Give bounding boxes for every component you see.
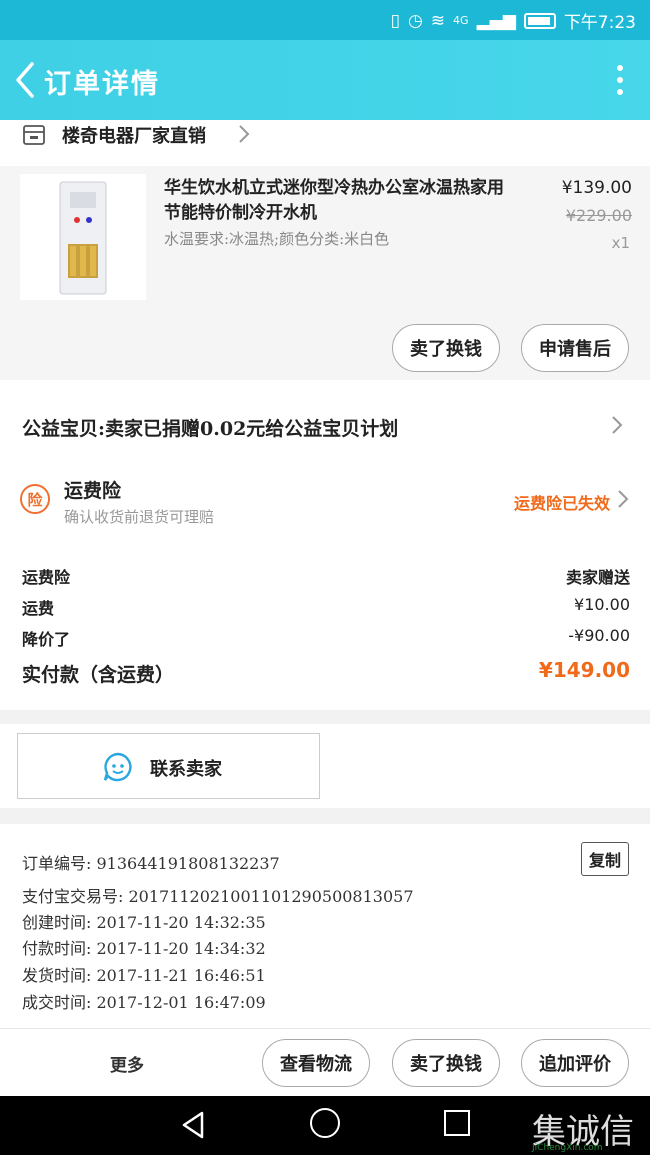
product-quantity: x1 [611,234,630,252]
order-number: 订单编号: 913644191808132237 [22,854,280,873]
status-bar: ▯ ◷ ≋ 4G ▂▄▆ 下午7:23 [0,0,650,40]
after-sale-button[interactable]: 申请售后 [521,324,629,372]
fee-value: -¥90.00 [568,626,630,645]
signal-icon: ▂▄▆ [476,10,516,31]
contact-seller-button[interactable]: 联系卖家 [17,733,320,799]
back-arrow-icon[interactable] [12,60,42,100]
watermark-url: JiChengXin.com [532,1143,603,1153]
order-item-card[interactable]: 华生饮水机立式迷你型冷热办公室冰温热家用节能特价制冷开水机 水温要求:冰温热;颜… [0,166,650,380]
more-button[interactable]: 更多 [110,1051,144,1076]
title-bar: 订单详情 [0,40,650,120]
shop-row[interactable]: 楼奇电器厂家直销 [0,120,650,166]
add-review-button[interactable]: 追加评价 [521,1039,629,1087]
view-logistics-button[interactable]: 查看物流 [262,1039,370,1087]
vibrate-icon: ▯ [390,10,400,31]
paid-time: 付款时间: 2017-11-20 14:34:32 [22,939,266,958]
total-value: ¥149.00 [538,658,630,682]
sell-exchange-button[interactable]: 卖了换钱 [392,324,500,372]
alipay-number: 支付宝交易号: 2017112021001101290500813057 [22,887,414,906]
product-title[interactable]: 华生饮水机立式迷你型冷热办公室冰温热家用节能特价制冷开水机 [164,176,514,226]
more-menu-icon[interactable] [614,62,626,98]
status-icons: ▯ ◷ ≋ 4G ▂▄▆ 下午7:23 [390,8,636,34]
order-info: 订单编号: 913644191808132237 复制 支付宝交易号: 2017… [0,824,650,1028]
sell-exchange-button-bottom[interactable]: 卖了换钱 [392,1039,500,1087]
shop-name[interactable]: 楼奇电器厂家直销 [62,122,206,148]
fee-value: ¥10.00 [574,595,630,614]
insurance-badge-icon: 险 [20,484,50,514]
insurance-title: 运费险 [64,480,122,502]
status-time: 下午7:23 [563,13,636,33]
copy-button[interactable]: 复制 [581,842,629,876]
completed-time: 成交时间: 2017-12-01 16:47:09 [22,993,266,1012]
chevron-right-icon [618,490,629,508]
charity-text[interactable]: 公益宝贝:卖家已捐赠0.02元给公益宝贝计划 [22,414,398,441]
chevron-right-icon [612,416,623,434]
nav-recent-icon[interactable] [444,1110,470,1136]
wifi-icon: ≋ [430,10,446,31]
total-label: 实付款（含运费） [22,664,175,686]
network-label: 4G [453,14,469,27]
product-price: ¥139.00 [561,178,632,198]
chat-bubble-icon [103,752,132,782]
fee-label: 运费险 [22,568,71,587]
nav-back-icon[interactable] [178,1110,208,1140]
contact-section: 联系卖家 [0,724,650,808]
battery-icon [523,12,556,29]
store-icon [23,125,45,145]
chevron-right-icon [239,125,250,143]
product-image[interactable] [20,174,146,300]
insurance-subtitle: 确认收货前退货可理赔 [64,508,215,526]
product-spec: 水温要求:冰温热;颜色分类:米白色 [164,230,390,248]
bottom-action-bar: 更多 查看物流 卖了换钱 追加评价 [0,1028,650,1096]
product-original-price: ¥229.00 [565,206,632,225]
alarm-icon: ◷ [407,10,423,31]
nav-home-icon[interactable] [310,1108,340,1138]
order-summary: 公益宝贝:卖家已捐赠0.02元给公益宝贝计划 险 运费险 确认收货前退货可理赔 … [0,380,650,710]
fee-value: 卖家赠送 [565,568,630,587]
insurance-status[interactable]: 运费险已失效 [514,490,610,514]
page-title: 订单详情 [44,69,160,100]
fee-label: 运费 [22,599,55,618]
shipped-time: 发货时间: 2017-11-21 16:46:51 [22,966,266,985]
contact-seller-label: 联系卖家 [150,759,222,780]
fee-label: 降价了 [22,630,71,649]
created-time: 创建时间: 2017-11-20 14:32:35 [22,913,266,932]
